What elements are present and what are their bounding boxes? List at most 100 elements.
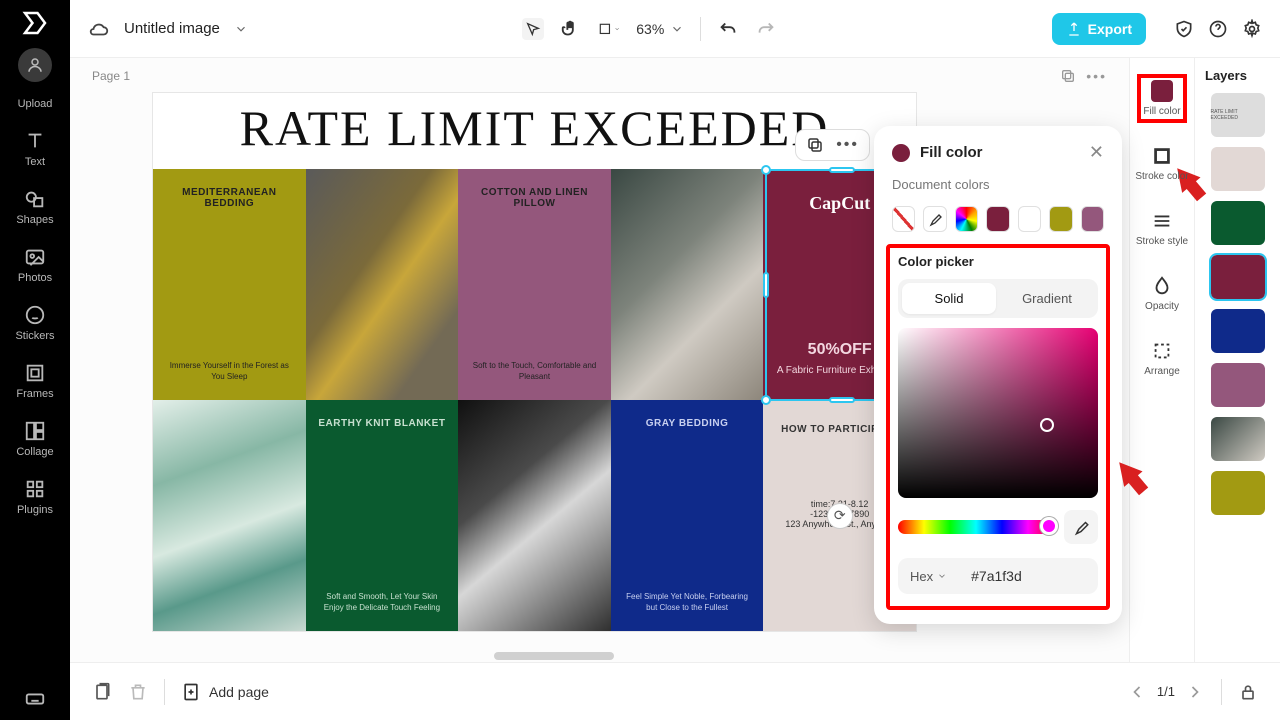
tile-photo-2[interactable] xyxy=(611,169,764,400)
rail-stickers[interactable]: Stickers xyxy=(0,294,70,352)
popover-title: Fill color xyxy=(920,144,983,161)
pager: 1/1 xyxy=(1127,682,1205,702)
tile-earthy-blanket[interactable]: EARTHY KNIT BLANKET Soft and Smooth, Let… xyxy=(306,400,459,631)
prop-opacity[interactable]: Opacity xyxy=(1141,271,1183,316)
select-tool[interactable] xyxy=(522,18,544,40)
sv-cursor[interactable] xyxy=(1040,418,1054,432)
tile-cotton-pillow[interactable]: COTTON AND LINEN PILLOW Soft to the Touc… xyxy=(458,169,611,400)
export-button[interactable]: Export xyxy=(1052,13,1146,45)
bottom-bar: Add page 1/1 xyxy=(70,662,1280,720)
shield-icon[interactable] xyxy=(1174,19,1194,39)
tab-solid[interactable]: Solid xyxy=(902,283,996,314)
picker-title: Color picker xyxy=(898,254,1098,269)
rail-keyboard[interactable] xyxy=(0,678,70,720)
more-icon[interactable]: ••• xyxy=(836,136,859,154)
rail-plugins[interactable]: Plugins xyxy=(0,468,70,526)
tab-gradient[interactable]: Gradient xyxy=(1000,283,1094,314)
prop-stroke-color[interactable]: Stroke color xyxy=(1131,141,1192,186)
topbar-center: 63% xyxy=(522,17,777,41)
picker-tabs: Solid Gradient xyxy=(898,279,1098,318)
help-icon[interactable] xyxy=(1208,19,1228,39)
next-page-icon[interactable] xyxy=(1185,682,1205,702)
swatch-1[interactable] xyxy=(986,206,1009,232)
lock-icon[interactable] xyxy=(1238,682,1258,702)
layers-panel: Layers RATE LIMIT EXCEEDED xyxy=(1194,58,1280,662)
cloud-icon[interactable] xyxy=(88,18,110,40)
swatch-none[interactable] xyxy=(892,206,915,232)
close-icon[interactable]: ✕ xyxy=(1089,142,1104,163)
layer-thumb-5[interactable] xyxy=(1211,309,1265,353)
hue-slider[interactable] xyxy=(898,520,1054,534)
rail-frames[interactable]: Frames xyxy=(0,352,70,410)
color-mode-select[interactable]: Hex xyxy=(910,569,947,584)
page-indicator: 1/1 xyxy=(1157,684,1175,699)
eyedropper-button[interactable] xyxy=(1064,510,1098,544)
layer-thumb-1[interactable]: RATE LIMIT EXCEEDED xyxy=(1211,93,1265,137)
resize-tool[interactable] xyxy=(598,18,620,40)
user-avatar[interactable] xyxy=(18,48,52,82)
add-page-button[interactable]: Add page xyxy=(181,682,269,702)
hex-value[interactable]: #7a1f3d xyxy=(971,568,1022,584)
canvas[interactable]: RATE LIMIT EXCEEDED ••• MEDITERRANEAN BE… xyxy=(152,92,917,632)
tile-photo-4[interactable] xyxy=(458,400,611,631)
doc-colors-row xyxy=(892,206,1104,232)
rail-text[interactable]: Text xyxy=(0,120,70,178)
tile-photo-1[interactable] xyxy=(306,169,459,400)
fill-color-popover: Fill color ✕ Document colors Color picke… xyxy=(874,126,1122,624)
horizontal-scrollbar[interactable] xyxy=(494,652,614,660)
hue-cursor[interactable] xyxy=(1040,517,1058,535)
redo-button[interactable] xyxy=(755,18,777,40)
settings-icon[interactable] xyxy=(1242,19,1262,39)
chevron-down-icon[interactable] xyxy=(234,22,248,36)
undo-button[interactable] xyxy=(717,18,739,40)
trash-icon[interactable] xyxy=(128,682,148,702)
context-toolbar: ••• xyxy=(795,129,870,161)
layer-thumb-6[interactable] xyxy=(1211,363,1265,407)
page-header: Page 1 ••• xyxy=(70,58,1129,88)
swatch-2[interactable] xyxy=(1018,206,1041,232)
swatch-4[interactable] xyxy=(1081,206,1104,232)
current-color-dot xyxy=(892,144,910,162)
layers-title: Layers xyxy=(1201,68,1247,83)
tile-med-bedding[interactable]: MEDITERRANEAN BEDDING Immerse Yourself i… xyxy=(153,169,306,400)
layer-thumb-3[interactable] xyxy=(1211,201,1265,245)
app-logo[interactable] xyxy=(20,8,50,38)
saturation-value-box[interactable] xyxy=(898,328,1098,498)
canvas-grid: MEDITERRANEAN BEDDING Immerse Yourself i… xyxy=(153,169,916,631)
duplicate-page-icon[interactable] xyxy=(1060,68,1076,84)
tile-photo-3[interactable] xyxy=(153,400,306,631)
swatch-3[interactable] xyxy=(1049,206,1072,232)
prop-arrange[interactable]: Arrange xyxy=(1140,336,1184,381)
rail-collage[interactable]: Collage xyxy=(0,410,70,468)
properties-column: Fill color Stroke color Stroke style Opa… xyxy=(1129,58,1194,662)
tile-gray-bedding[interactable]: GRAY BEDDING Feel Simple Yet Noble, Forb… xyxy=(611,400,764,631)
rail-shapes[interactable]: Shapes xyxy=(0,178,70,236)
pages-icon[interactable] xyxy=(92,682,112,702)
rotate-handle[interactable]: ⟳ xyxy=(827,503,853,529)
hand-tool[interactable] xyxy=(560,18,582,40)
topbar-right-icons xyxy=(1174,19,1262,39)
workspace: Page 1 ••• RATE LIMIT EXCEEDED ••• MEDIT… xyxy=(70,58,1280,662)
layer-thumb-7[interactable] xyxy=(1211,417,1265,461)
left-rail: Upload Text Shapes Photos Stickers Frame… xyxy=(0,0,70,720)
layer-thumb-4[interactable] xyxy=(1211,255,1265,299)
prev-page-icon[interactable] xyxy=(1127,682,1147,702)
swatch-eyedropper[interactable] xyxy=(923,206,946,232)
hex-input-row[interactable]: Hex #7a1f3d xyxy=(898,558,1098,594)
layer-thumb-8[interactable] xyxy=(1211,471,1265,515)
layer-thumb-2[interactable] xyxy=(1211,147,1265,191)
prop-fill-color[interactable]: Fill color xyxy=(1139,76,1184,121)
zoom-level[interactable]: 63% xyxy=(636,21,684,37)
color-picker-panel: Color picker Solid Gradient Hex #7a1f3d xyxy=(886,244,1110,610)
divider xyxy=(700,17,701,41)
topbar: Untitled image 63% Export xyxy=(70,0,1280,58)
copy-icon[interactable] xyxy=(806,136,824,154)
swatch-rainbow[interactable] xyxy=(955,206,978,232)
rail-upload[interactable]: Upload xyxy=(0,88,70,120)
doc-title[interactable]: Untitled image xyxy=(124,20,220,37)
rail-photos[interactable]: Photos xyxy=(0,236,70,294)
prop-stroke-style[interactable]: Stroke style xyxy=(1132,206,1192,251)
main: Untitled image 63% Export Page 1 xyxy=(70,0,1280,720)
doc-colors-label: Document colors xyxy=(892,177,1104,192)
page-more-icon[interactable]: ••• xyxy=(1086,68,1107,84)
